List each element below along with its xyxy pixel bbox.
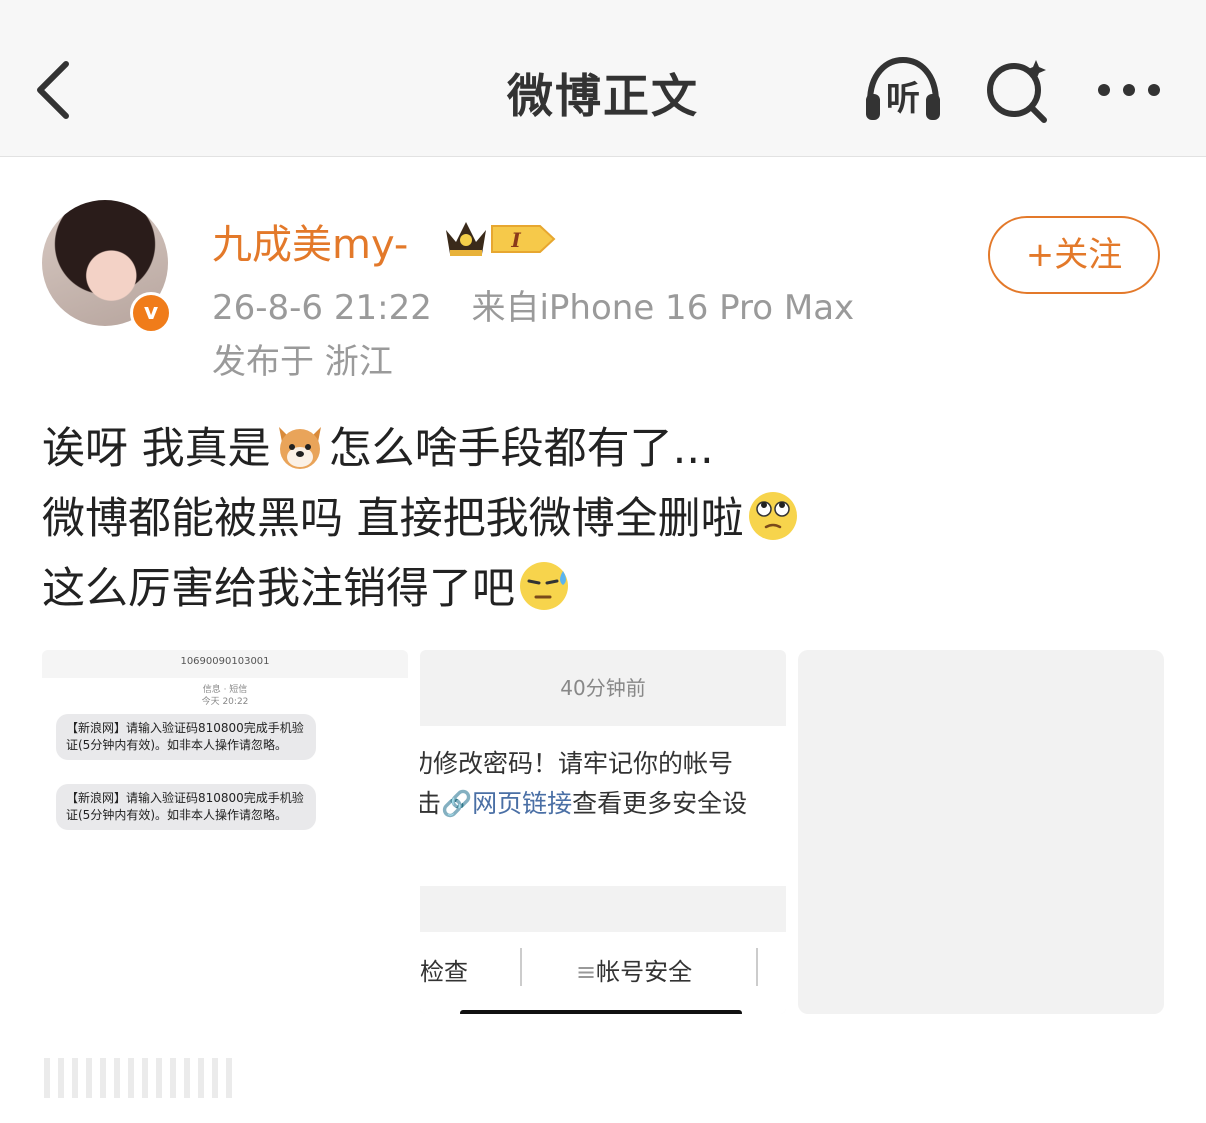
search-icon[interactable]: [982, 54, 1054, 126]
post-text-segment: 诶呀 我真是: [42, 424, 271, 474]
notice-text: 击: [420, 789, 442, 818]
notice-link: 网页链接: [472, 789, 573, 818]
post-image-blank[interactable]: [798, 650, 1164, 1014]
follow-button[interactable]: +关注: [988, 216, 1160, 294]
sms-label: 信息 · 短信 今天 20:22: [42, 684, 408, 708]
sms-message-bubble: 【新浪网】请输入验证码810800完成手机验证(5分钟内有效)。如非本人操作请忽…: [56, 784, 316, 830]
listen-label: 听: [886, 79, 920, 119]
notice-time: 40分钟前: [560, 676, 646, 700]
listen-headphones-icon[interactable]: 听: [862, 54, 944, 124]
notice-text: 查看更多安全设: [572, 789, 748, 818]
more-options-icon[interactable]: [1094, 78, 1164, 102]
menu-lines-icon: ≡: [576, 958, 597, 986]
crown-icon: [446, 222, 486, 256]
notice-action-account: ≡帐号安全: [576, 952, 692, 987]
post-text-segment: 怎么啥手段都有了...: [328, 424, 714, 474]
notice-action-label: 帐号安全: [596, 958, 693, 986]
notice-line: 击🔗网页链接查看更多安全设: [420, 784, 747, 820]
member-level-text: I: [510, 228, 521, 252]
link-icon: 🔗: [441, 789, 473, 818]
verified-badge-icon: v: [130, 292, 172, 334]
post-text-segment: 这么厉害给我注销得了吧: [42, 564, 515, 614]
post-image-notice[interactable]: 40分钟前 功修改密码！请牢记你的帐号 击🔗网页链接查看更多安全设 检查 ≡帐号…: [420, 650, 786, 1014]
home-indicator: [460, 1010, 742, 1014]
notice-card: 功修改密码！请牢记你的帐号 击🔗网页链接查看更多安全设: [420, 726, 786, 886]
notice-action-check: 检查: [420, 958, 468, 986]
dog-emoji-icon: [278, 427, 321, 469]
top-nav-bar: 微博正文 听: [0, 0, 1206, 157]
faint-watermark: [44, 1058, 234, 1098]
eye-roll-emoji-icon: [748, 492, 797, 540]
post-text-line-3: 这么厉害给我注销得了吧: [42, 554, 573, 616]
sweat-emoji-icon: [520, 562, 568, 610]
post-image-sms[interactable]: 10690090103001 信息 · 短信 今天 20:22 【新浪网】请输入…: [42, 650, 408, 1014]
post-text-segment: 微博都能被黑吗 直接把我微博全删啦: [42, 494, 744, 544]
sms-label-line: 今天 20:22: [201, 697, 249, 707]
post-meta: 26-8-6 21:22 来自iPhone 16 Pro Max: [212, 280, 854, 329]
divider: [420, 886, 786, 932]
post-source: 来自iPhone 16 Pro Max: [471, 288, 855, 328]
post-text-line-1: 诶呀 我真是 怎么啥手段都有了...: [42, 414, 714, 476]
notice-line: 功修改密码！请牢记你的帐号: [420, 749, 734, 778]
username[interactable]: 九成美my-: [212, 212, 408, 270]
post-text-line-2: 微博都能被黑吗 直接把我微博全删啦: [42, 484, 802, 546]
post-location: 发布于 浙江: [212, 342, 393, 382]
sms-sender: 10690090103001: [180, 656, 270, 667]
post-timestamp: 26-8-6 21:22: [212, 288, 432, 328]
sms-message-bubble: 【新浪网】请输入验证码810800完成手机验证(5分钟内有效)。如非本人操作请忽…: [56, 714, 316, 760]
sms-label-line: 信息 · 短信: [202, 685, 248, 695]
member-level-badge: I: [491, 225, 556, 253]
divider: [520, 948, 522, 986]
notice-actions: 检查 ≡帐号安全: [420, 886, 786, 1014]
divider: [756, 948, 758, 986]
